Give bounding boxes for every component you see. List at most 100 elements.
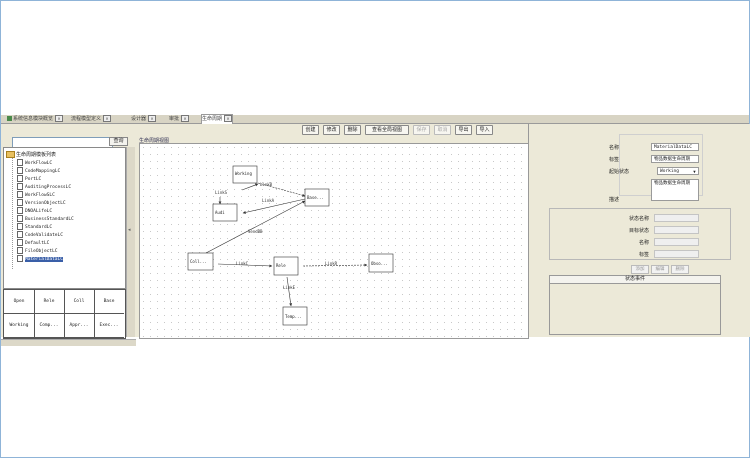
folder-icon (6, 151, 15, 158)
initial-state-value: Working (660, 169, 679, 174)
initial-state-select[interactable]: Working ▼ (657, 167, 699, 175)
delete-state-button[interactable]: 删除 (671, 265, 689, 274)
tree-item-label: DefaultLC (25, 241, 50, 246)
lifecycle-tree[interactable]: 生命周期模板列表 WorkFlowLC CodeMappingLC PortLC… (3, 147, 126, 289)
tab-designer[interactable]: 设计器 × (131, 115, 157, 123)
state-node[interactable]: Temp... (282, 306, 308, 326)
tree-item-selected[interactable]: MaterialDataLC (17, 255, 63, 262)
document-icon (17, 223, 23, 230)
lifecycle-diagram-canvas[interactable]: LinkB LinkA LinkS SendBB LinkC LinkR Lin… (139, 143, 529, 339)
tree-item[interactable]: PortLC (17, 175, 41, 182)
state-node[interactable]: Base... (304, 188, 330, 207)
table-cell[interactable]: Rele (34, 290, 65, 314)
state-summary-table: Open Rele Coll Base Working Comp... Appr… (3, 289, 126, 339)
name-field[interactable]: MaterialDataLC (651, 143, 699, 151)
event-name-label: 名称 (638, 240, 649, 246)
table-cell[interactable]: Coll (64, 290, 95, 314)
tree-item[interactable]: AuditingProcessLC (17, 183, 71, 190)
edit-state-button[interactable]: 编辑 (651, 265, 669, 274)
document-icon (17, 239, 23, 246)
tree-item-label: MaterialDataLC (25, 257, 63, 262)
edge-label: LinkR (325, 261, 338, 266)
target-state-field[interactable] (654, 226, 699, 234)
lifecycle-diagram: LinkB LinkA LinkS SendBB LinkC LinkR Lin… (187, 165, 394, 326)
tree-item[interactable]: DefaultLC (17, 239, 49, 246)
document-icon (17, 167, 23, 174)
edge-line[interactable] (241, 183, 259, 191)
add-state-button[interactable]: 添加 (631, 265, 649, 274)
state-node[interactable]: Audi (212, 203, 238, 222)
tree-item-label: AuditingProcessLC (25, 185, 72, 190)
state-node[interactable]: Working (232, 165, 258, 184)
tab-label: 系统信息模块概览 (13, 116, 54, 122)
close-icon[interactable]: × (181, 115, 190, 122)
node-label: Audi (215, 210, 225, 215)
tree-item[interactable]: DNOALifeLC (17, 207, 52, 214)
tab-label: 流程模型定义 (71, 116, 102, 122)
tab-approval[interactable]: 审批 × (169, 115, 190, 123)
tree-root-label: 生命周期模板列表 (16, 152, 57, 158)
name-label: 名称 (609, 145, 620, 151)
edge-label: LinkB (260, 182, 273, 187)
state-node[interactable]: Obso... (368, 253, 394, 273)
delete-button[interactable]: 删除 (344, 125, 361, 135)
event-name-field[interactable] (654, 238, 699, 246)
tab-process-model[interactable]: 流程模型定义 × (71, 115, 112, 123)
table-cell[interactable]: Exec... (94, 314, 124, 338)
document-icon (17, 159, 23, 166)
document-icon (17, 215, 23, 222)
chevron-left-icon[interactable]: ◂ (128, 227, 131, 233)
tree-item[interactable]: WorkFlowSLC (17, 191, 55, 198)
description-label: 描述 (609, 197, 620, 203)
state-name-label: 状态名称 (628, 216, 649, 222)
search-button[interactable]: 查询 (109, 137, 128, 146)
event-tag-field[interactable] (654, 250, 699, 258)
edit-button[interactable]: 修改 (323, 125, 340, 135)
table-cell[interactable]: Base (94, 290, 124, 314)
tree-item[interactable]: VersionObjectLC (17, 199, 66, 206)
document-icon (17, 255, 23, 262)
tree-item[interactable]: WorkFlowLC (17, 159, 52, 166)
splitter[interactable]: ◂ (126, 147, 135, 337)
export-button[interactable]: 导出 (455, 125, 472, 135)
state-name-field[interactable] (654, 214, 699, 222)
toolbar: 创建 修改 删除 查看全局视图 保存 取消 导出 导入 (136, 124, 528, 136)
edge-line[interactable] (286, 276, 293, 307)
tree-root[interactable]: 生命周期模板列表 (6, 151, 56, 158)
tree-item[interactable]: CodeValidateLC (17, 231, 63, 238)
chevron-down-icon[interactable]: ▼ (692, 169, 697, 174)
save-button[interactable]: 保存 (413, 125, 430, 135)
horizontal-scrollbar[interactable] (1, 339, 136, 346)
tab-system-overview[interactable]: 系统信息模块概览 × (7, 115, 64, 123)
tree-item[interactable]: CodeMappingLC (17, 167, 60, 174)
state-node[interactable]: Rele (273, 256, 299, 276)
edge-label: LinkS (215, 190, 228, 195)
tree-item-label: BusinessStandardLC (25, 217, 74, 222)
lifecycle-app: 系统信息模块概览 × 流程模型定义 × 设计器 × 审批 × 生命周期 × 查询 生命周期… (1, 114, 750, 346)
tree-connector (12, 156, 14, 269)
cancel-button[interactable]: 取消 (434, 125, 451, 135)
global-view-button[interactable]: 查看全局视图 (365, 125, 409, 135)
state-event-list[interactable] (549, 283, 721, 335)
close-icon[interactable]: × (224, 115, 233, 122)
tag-field[interactable]: 物品数据生命周期 (651, 155, 699, 163)
close-icon[interactable]: × (103, 115, 112, 122)
table-cell[interactable]: Working (4, 314, 35, 338)
table-cell[interactable]: Comp... (34, 314, 65, 338)
tree-item[interactable]: StandardLC (17, 223, 52, 230)
close-icon[interactable]: × (55, 115, 64, 122)
tree-item[interactable]: FileObjectLC (17, 247, 58, 254)
description-field[interactable]: 物品数据生命周期 (651, 179, 699, 201)
tab-lifecycle[interactable]: 生命周期 × (201, 114, 234, 124)
node-label: Temp... (285, 314, 302, 319)
table-cell[interactable]: Appr... (64, 314, 95, 338)
table-cell[interactable]: Open (4, 290, 35, 314)
create-button[interactable]: 创建 (302, 125, 319, 135)
state-node[interactable]: Coll... (187, 252, 214, 271)
initial-state-label: 起始状态 (609, 169, 630, 175)
close-icon[interactable]: × (148, 115, 157, 122)
import-button[interactable]: 导入 (476, 125, 493, 135)
tree-item-label: DNOALifeLC (25, 209, 53, 214)
tree-item[interactable]: BusinessStandardLC (17, 215, 74, 222)
tab-label: 审批 (169, 116, 180, 122)
